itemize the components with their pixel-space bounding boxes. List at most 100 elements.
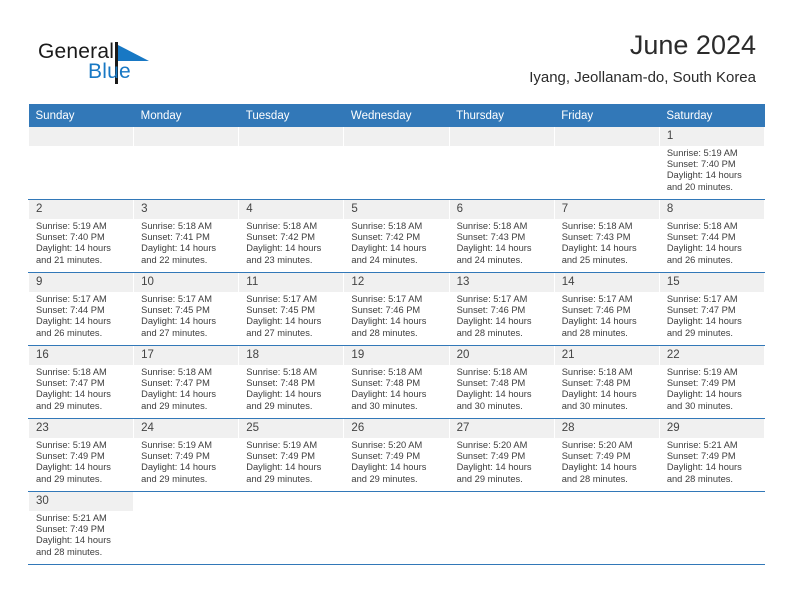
calendar-day-cell[interactable]: 24 Sunrise: 5:19 AM Sunset: 7:49 PM Dayligh… <box>133 418 240 492</box>
weekday-header-friday: Friday <box>554 104 660 127</box>
sun-info: Sunrise: 5:18 AM Sunset: 7:47 PM Daylight:… <box>134 365 238 412</box>
sun-info: Sunrise: 5:18 AM Sunset: 7:48 PM Daylight:… <box>555 365 659 412</box>
calendar-cell-inner: 7 Sunrise: 5:18 AM Sunset: 7:43 PM Daylight… <box>554 200 659 272</box>
calendar-day-cell[interactable]: 20 Sunrise: 5:18 AM Sunset: 7:48 PM Dayligh… <box>448 345 555 419</box>
calendar-day-cell[interactable]: 14 Sunrise: 5:17 AM Sunset: 7:46 PM Dayligh… <box>553 272 660 346</box>
logo-text-blue: Blue <box>88 60 131 83</box>
sun-info: Sunrise: 5:17 AM Sunset: 7:46 PM Daylight:… <box>555 292 659 339</box>
sun-info: Sunrise: 5:19 AM Sunset: 7:49 PM Daylight:… <box>134 438 238 485</box>
sunset-text: Sunset: 7:45 PM <box>246 305 316 316</box>
calendar-day-cell[interactable]: 21 Sunrise: 5:18 AM Sunset: 7:48 PM Dayligh… <box>553 345 660 419</box>
calendar-day-cell[interactable]: 11 Sunrise: 5:17 AM Sunset: 7:45 PM Dayligh… <box>238 272 345 346</box>
calendar-cell-inner: 11 Sunrise: 5:17 AM Sunset: 7:45 PM Dayligh… <box>239 273 344 345</box>
calendar-day-cell[interactable]: 7 Sunrise: 5:18 AM Sunset: 7:43 PM Daylight… <box>553 199 660 273</box>
sunset-text: Sunset: 7:49 PM <box>36 451 105 462</box>
sunset-text: Sunset: 7:49 PM <box>456 451 526 462</box>
calendar-day-cell[interactable]: 26 Sunrise: 5:20 AM Sunset: 7:49 PM Dayligh… <box>343 418 450 492</box>
calendar-cell-empty <box>448 491 555 565</box>
daylight-text-line2: and 28 minutes. <box>666 473 733 484</box>
calendar-day-cell[interactable]: 3 Sunrise: 5:18 AM Sunset: 7:41 PM Daylight… <box>133 199 240 273</box>
calendar-day-cell[interactable]: 13 Sunrise: 5:17 AM Sunset: 7:46 PM Dayligh… <box>448 272 555 346</box>
daylight-text-line1: Daylight: 14 hours <box>246 389 322 400</box>
calendar-day-cell[interactable]: 1 Sunrise: 5:19 AM Sunset: 7:40 PM Daylight… <box>658 127 766 200</box>
calendar-day-cell[interactable]: 17 Sunrise: 5:18 AM Sunset: 7:47 PM Dayligh… <box>133 345 240 419</box>
sunrise-text: Sunrise: 5:18 AM <box>36 367 107 377</box>
sunset-text: Sunset: 7:49 PM <box>246 451 316 462</box>
sunset-text: Sunset: 7:46 PM <box>351 305 421 316</box>
calendar-day-cell[interactable]: 8 Sunrise: 5:18 AM Sunset: 7:44 PM Daylight… <box>658 199 766 273</box>
daylight-text-line2: and 30 minutes. <box>456 400 523 411</box>
day-number <box>344 127 449 146</box>
calendar-cell-empty <box>238 491 345 565</box>
sun-info: Sunrise: 5:18 AM Sunset: 7:42 PM Daylight:… <box>344 219 448 266</box>
calendar-cell-inner: 26 Sunrise: 5:20 AM Sunset: 7:49 PM Dayligh… <box>344 419 449 491</box>
calendar-day-cell[interactable]: 19 Sunrise: 5:18 AM Sunset: 7:48 PM Dayligh… <box>343 345 450 419</box>
calendar-day-cell[interactable]: 25 Sunrise: 5:19 AM Sunset: 7:49 PM Dayligh… <box>238 418 345 492</box>
calendar-week-row: 1 Sunrise: 5:19 AM Sunset: 7:40 PM Daylight… <box>27 127 766 200</box>
calendar-cell-empty <box>238 127 345 200</box>
sunset-text: Sunset: 7:40 PM <box>36 232 105 243</box>
sun-info: Sunrise: 5:17 AM Sunset: 7:46 PM Daylight:… <box>344 292 448 339</box>
sunrise-text: Sunrise: 5:19 AM <box>141 440 212 450</box>
calendar-day-cell[interactable]: 23 Sunrise: 5:19 AM Sunset: 7:49 PM Dayligh… <box>27 418 135 492</box>
daylight-text-line1: Daylight: 14 hours <box>666 462 742 473</box>
sun-info: Sunrise: 5:17 AM Sunset: 7:44 PM Daylight:… <box>29 292 133 339</box>
weekday-header-monday: Monday <box>133 104 239 127</box>
sunset-text: Sunset: 7:45 PM <box>141 305 210 316</box>
calendar-cell-inner: 1 Sunrise: 5:19 AM Sunset: 7:40 PM Daylight… <box>659 127 764 199</box>
calendar-cell-empty <box>343 127 450 200</box>
calendar-cell-inner <box>134 492 239 564</box>
general-blue-logo[interactable]: General Blue <box>38 40 248 90</box>
daylight-text-line1: Daylight: 14 hours <box>456 243 532 254</box>
sun-info: Sunrise: 5:20 AM Sunset: 7:49 PM Daylight:… <box>555 438 659 485</box>
daylight-text-line2: and 30 minutes. <box>561 400 628 411</box>
calendar-day-cell[interactable]: 22 Sunrise: 5:19 AM Sunset: 7:49 PM Dayligh… <box>658 345 766 419</box>
sunrise-text: Sunrise: 5:18 AM <box>456 221 528 231</box>
calendar-cell-inner: 20 Sunrise: 5:18 AM Sunset: 7:48 PM Dayligh… <box>449 346 554 418</box>
day-number <box>449 127 554 146</box>
daylight-text-line2: and 27 minutes. <box>246 327 313 338</box>
daylight-text-line2: and 28 minutes. <box>36 546 103 557</box>
calendar-day-cell[interactable]: 27 Sunrise: 5:20 AM Sunset: 7:49 PM Dayligh… <box>448 418 555 492</box>
sunset-text: Sunset: 7:44 PM <box>36 305 105 316</box>
sunset-text: Sunset: 7:48 PM <box>561 378 631 389</box>
sunset-text: Sunset: 7:44 PM <box>666 232 736 243</box>
calendar-cell-inner: 4 Sunrise: 5:18 AM Sunset: 7:42 PM Daylight… <box>239 200 344 272</box>
calendar-cell-empty <box>658 491 766 565</box>
calendar-cell-inner <box>449 127 554 199</box>
sunrise-text: Sunrise: 5:20 AM <box>456 440 528 450</box>
calendar-cell-inner: 12 Sunrise: 5:17 AM Sunset: 7:46 PM Dayligh… <box>344 273 449 345</box>
calendar-day-cell[interactable]: 18 Sunrise: 5:18 AM Sunset: 7:48 PM Dayligh… <box>238 345 345 419</box>
calendar-day-cell[interactable]: 30 Sunrise: 5:21 AM Sunset: 7:49 PM Dayligh… <box>27 491 135 565</box>
daylight-text-line2: and 28 minutes. <box>561 327 628 338</box>
day-number: 4 <box>239 200 344 219</box>
page-title: June 2024 <box>629 30 756 60</box>
sunset-text: Sunset: 7:49 PM <box>36 524 105 535</box>
calendar-cell-inner: 17 Sunrise: 5:18 AM Sunset: 7:47 PM Dayligh… <box>134 346 239 418</box>
calendar-day-cell[interactable]: 6 Sunrise: 5:18 AM Sunset: 7:43 PM Daylight… <box>448 199 555 273</box>
sunrise-text: Sunrise: 5:20 AM <box>351 440 423 450</box>
calendar-day-cell[interactable]: 28 Sunrise: 5:20 AM Sunset: 7:49 PM Dayligh… <box>553 418 660 492</box>
sun-info: Sunrise: 5:18 AM Sunset: 7:48 PM Daylight:… <box>450 365 554 412</box>
calendar-day-cell[interactable]: 29 Sunrise: 5:21 AM Sunset: 7:49 PM Dayligh… <box>658 418 766 492</box>
daylight-text-line1: Daylight: 14 hours <box>561 243 637 254</box>
daylight-text-line2: and 22 minutes. <box>141 254 208 265</box>
calendar-day-cell[interactable]: 5 Sunrise: 5:18 AM Sunset: 7:42 PM Daylight… <box>343 199 450 273</box>
day-number: 24 <box>134 419 239 438</box>
calendar-day-cell[interactable]: 15 Sunrise: 5:17 AM Sunset: 7:47 PM Dayligh… <box>658 272 766 346</box>
daylight-text-line2: and 29 minutes. <box>246 400 313 411</box>
calendar-day-cell[interactable]: 2 Sunrise: 5:19 AM Sunset: 7:40 PM Daylight… <box>27 199 135 273</box>
calendar-cell-inner: 3 Sunrise: 5:18 AM Sunset: 7:41 PM Daylight… <box>134 200 239 272</box>
title-block: June 2024 Iyang, Jeollanam-do, South Kor… <box>529 28 756 88</box>
sunset-text: Sunset: 7:43 PM <box>561 232 631 243</box>
day-number: 9 <box>29 273 134 292</box>
calendar-day-cell[interactable]: 4 Sunrise: 5:18 AM Sunset: 7:42 PM Daylight… <box>238 199 345 273</box>
calendar-day-cell[interactable]: 16 Sunrise: 5:18 AM Sunset: 7:47 PM Dayligh… <box>27 345 135 419</box>
page-subtitle: Iyang, Jeollanam-do, South Korea <box>529 69 756 86</box>
calendar-day-cell[interactable]: 10 Sunrise: 5:17 AM Sunset: 7:45 PM Dayligh… <box>133 272 240 346</box>
calendar-day-cell[interactable]: 12 Sunrise: 5:17 AM Sunset: 7:46 PM Dayligh… <box>343 272 450 346</box>
sun-info: Sunrise: 5:18 AM Sunset: 7:43 PM Daylight:… <box>555 219 659 266</box>
calendar-cell-inner: 9 Sunrise: 5:17 AM Sunset: 7:44 PM Daylight… <box>29 273 134 345</box>
daylight-text-line2: and 24 minutes. <box>351 254 418 265</box>
calendar-day-cell[interactable]: 9 Sunrise: 5:17 AM Sunset: 7:44 PM Daylight… <box>27 272 135 346</box>
